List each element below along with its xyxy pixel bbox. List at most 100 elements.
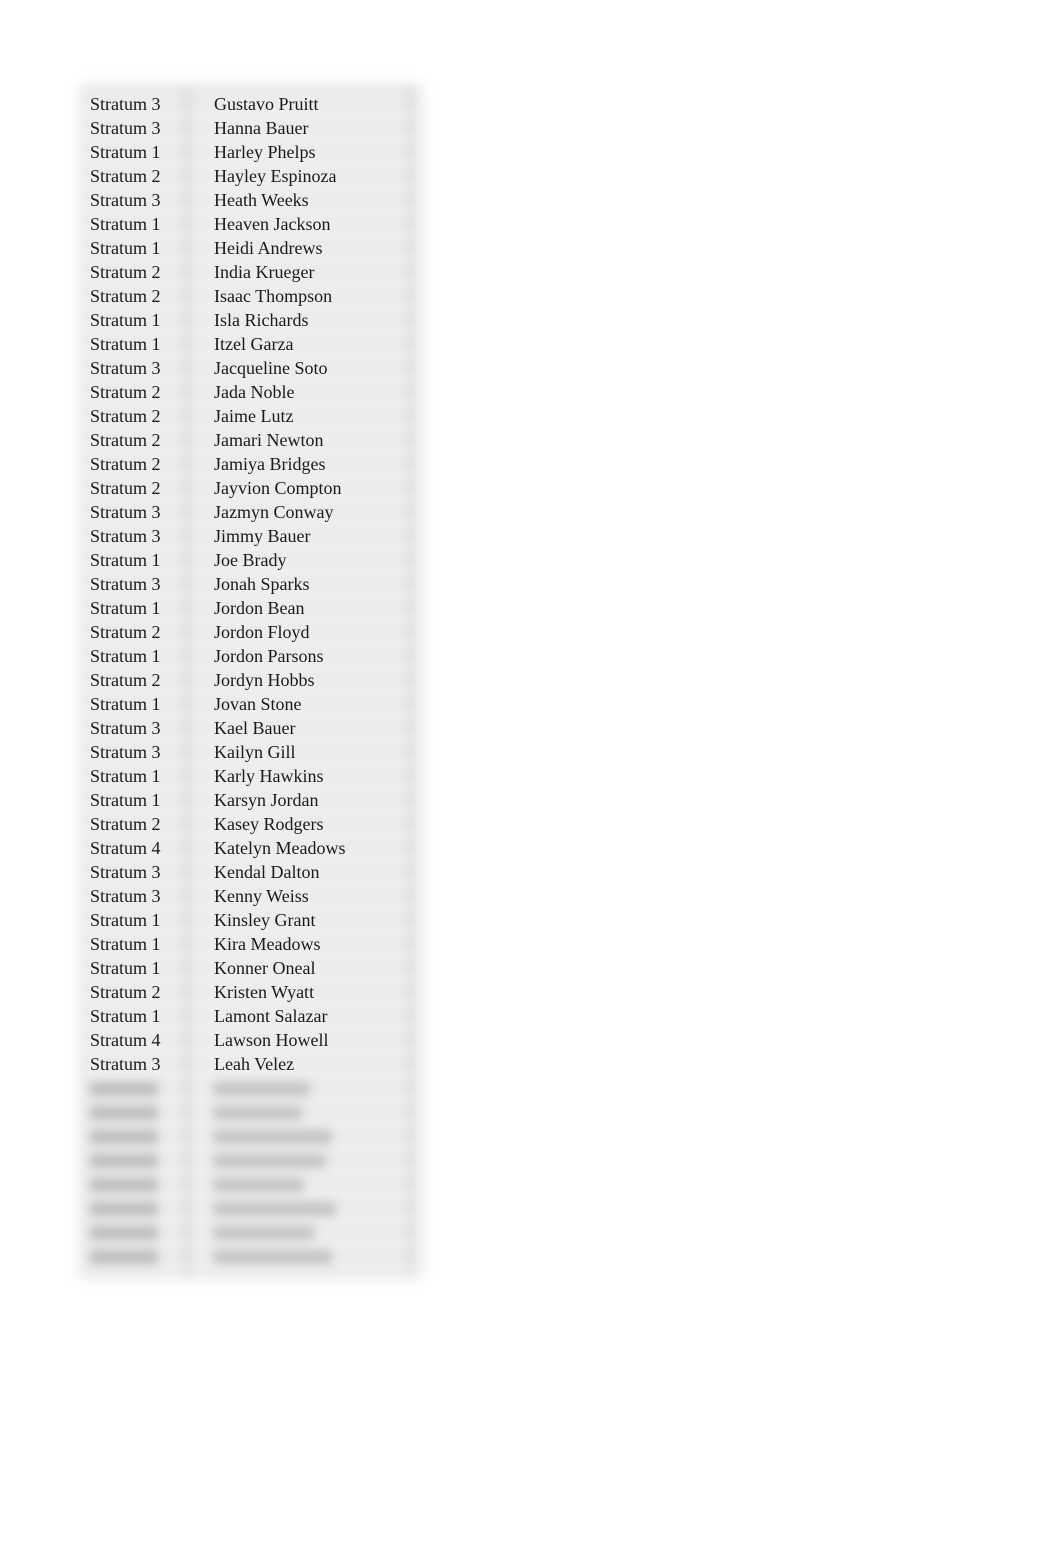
name-cell: Hanna Bauer <box>214 118 309 138</box>
table-row: Stratum 1 Jovan Stone <box>90 692 410 716</box>
name-cell: Leah Velez <box>214 1054 295 1074</box>
stratum-cell: Stratum 1 <box>90 646 161 666</box>
table-row: Stratum 1 Jordon Bean <box>90 596 410 620</box>
stratum-cell: Stratum 1 <box>90 910 161 930</box>
blurred-cell <box>90 1250 158 1264</box>
stratum-cell: Stratum 1 <box>90 934 161 954</box>
stratum-cell: Stratum 3 <box>90 526 161 546</box>
table-row: Stratum 1 Itzel Garza <box>90 332 410 356</box>
stratum-cell: Stratum 1 <box>90 550 161 570</box>
name-cell: Kenny Weiss <box>214 886 309 906</box>
blurred-row <box>90 1244 410 1268</box>
table-row: Stratum 2 Isaac Thompson <box>90 284 410 308</box>
stratum-cell: Stratum 2 <box>90 670 161 690</box>
table-row: Stratum 1 Jordon Parsons <box>90 644 410 668</box>
table-row: Stratum 3 Kailyn Gill <box>90 740 410 764</box>
stratum-cell: Stratum 3 <box>90 742 161 762</box>
table-row: Stratum 3 Leah Velez <box>90 1052 410 1076</box>
name-cell: Jamari Newton <box>214 430 324 450</box>
name-cell: Jacqueline Soto <box>214 358 328 378</box>
name-cell: Kristen Wyatt <box>214 982 315 1002</box>
name-cell: Kinsley Grant <box>214 910 316 930</box>
table-row: Stratum 3 Gustavo Pruitt <box>90 92 410 116</box>
name-cell: Katelyn Meadows <box>214 838 346 858</box>
name-cell: Joe Brady <box>214 550 287 570</box>
table-row: Stratum 1 Heidi Andrews <box>90 236 410 260</box>
blurred-cell <box>214 1178 304 1192</box>
table-row: Stratum 3 Jazmyn Conway <box>90 500 410 524</box>
stratum-cell: Stratum 3 <box>90 718 161 738</box>
name-cell: Jonah Sparks <box>214 574 310 594</box>
table-row: Stratum 3 Jacqueline Soto <box>90 356 410 380</box>
name-cell: Jovan Stone <box>214 694 302 714</box>
stratum-cell: Stratum 4 <box>90 1030 161 1050</box>
stratum-cell: Stratum 2 <box>90 622 161 642</box>
name-cell: Jazmyn Conway <box>214 502 334 522</box>
table-row: Stratum 2 Jordon Floyd <box>90 620 410 644</box>
stratum-cell: Stratum 1 <box>90 334 161 354</box>
name-cell: Heaven Jackson <box>214 214 331 234</box>
stratum-cell: Stratum 1 <box>90 766 161 786</box>
blurred-row <box>90 1124 410 1148</box>
blurred-cell <box>214 1202 336 1216</box>
table-row: Stratum 1 Harley Phelps <box>90 140 410 164</box>
name-cell: Jordon Bean <box>214 598 305 618</box>
blurred-cell <box>90 1154 158 1168</box>
blurred-cell <box>90 1226 158 1240</box>
blurred-cell <box>214 1082 310 1096</box>
name-cell: India Krueger <box>214 262 315 282</box>
table-row: Stratum 2 Jordyn Hobbs <box>90 668 410 692</box>
table-row: Stratum 2 Hayley Espinoza <box>90 164 410 188</box>
table-row: Stratum 1 Kira Meadows <box>90 932 410 956</box>
table-row: Stratum 3 Kael Bauer <box>90 716 410 740</box>
stratum-cell: Stratum 3 <box>90 118 161 138</box>
stratum-cell: Stratum 2 <box>90 430 161 450</box>
name-cell: Kira Meadows <box>214 934 321 954</box>
stratum-cell: Stratum 1 <box>90 958 161 978</box>
table-row: Stratum 4 Lawson Howell <box>90 1028 410 1052</box>
name-cell: Isla Richards <box>214 310 309 330</box>
name-cell: Kael Bauer <box>214 718 296 738</box>
table-row: Stratum 1 Konner Oneal <box>90 956 410 980</box>
table-row: Stratum 3 Hanna Bauer <box>90 116 410 140</box>
stratum-cell: Stratum 2 <box>90 454 161 474</box>
blurred-row <box>90 1100 410 1124</box>
table-row: Stratum 3 Jonah Sparks <box>90 572 410 596</box>
name-cell: Jaime Lutz <box>214 406 294 426</box>
stratum-cell: Stratum 2 <box>90 382 161 402</box>
stratum-cell: Stratum 3 <box>90 1054 161 1074</box>
blurred-row <box>90 1076 410 1100</box>
table-row: Stratum 2 Jada Noble <box>90 380 410 404</box>
table-row: Stratum 1 Joe Brady <box>90 548 410 572</box>
table-row: Stratum 1 Karly Hawkins <box>90 764 410 788</box>
name-cell: Jimmy Bauer <box>214 526 311 546</box>
table-row: Stratum 1 Kinsley Grant <box>90 908 410 932</box>
blurred-cell <box>214 1130 332 1144</box>
name-cell: Jayvion Compton <box>214 478 342 498</box>
name-cell: Gustavo Pruitt <box>214 94 319 114</box>
blurred-cell <box>90 1178 158 1192</box>
stratum-cell: Stratum 3 <box>90 358 161 378</box>
blurred-cell <box>90 1082 158 1096</box>
name-cell: Jada Noble <box>214 382 295 402</box>
blurred-row <box>90 1220 410 1244</box>
stratum-cell: Stratum 3 <box>90 574 161 594</box>
stratum-cell: Stratum 2 <box>90 262 161 282</box>
blurred-cell <box>90 1106 158 1120</box>
table-row: Stratum 3 Kendal Dalton <box>90 860 410 884</box>
blurred-row <box>90 1172 410 1196</box>
name-cell: Jordyn Hobbs <box>214 670 315 690</box>
stratum-cell: Stratum 1 <box>90 598 161 618</box>
stratum-cell: Stratum 1 <box>90 694 161 714</box>
name-cell: Kasey Rodgers <box>214 814 324 834</box>
table-row: Stratum 3 Kenny Weiss <box>90 884 410 908</box>
stratum-cell: Stratum 2 <box>90 814 161 834</box>
stratum-cell: Stratum 1 <box>90 310 161 330</box>
name-cell: Jamiya Bridges <box>214 454 326 474</box>
name-cell: Heath Weeks <box>214 190 309 210</box>
name-cell: Heidi Andrews <box>214 238 323 258</box>
stratum-cell: Stratum 1 <box>90 142 161 162</box>
blurred-row <box>90 1196 410 1220</box>
stratum-cell: Stratum 3 <box>90 502 161 522</box>
stratum-cell: Stratum 3 <box>90 190 161 210</box>
